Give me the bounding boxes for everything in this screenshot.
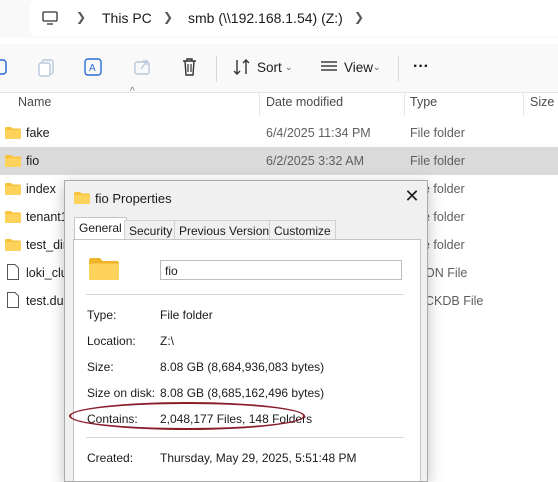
folder-icon xyxy=(5,211,21,223)
tab-previous-versions[interactable]: Previous Versions xyxy=(174,220,281,241)
sort-button[interactable]: Sort xyxy=(257,60,282,75)
type-value: File folder xyxy=(160,308,213,322)
tab-security[interactable]: Security xyxy=(124,220,178,241)
divider xyxy=(86,294,404,295)
file-name: loki_clu xyxy=(26,266,68,280)
column-divider[interactable] xyxy=(523,92,524,116)
general-tab-panel: fio Type: File folder Location: Z:\ Size… xyxy=(73,239,421,481)
sort-icon[interactable] xyxy=(232,56,254,78)
created-label: Created: xyxy=(87,451,134,465)
breadcrumb-this-pc[interactable]: This PC xyxy=(102,10,152,26)
toolbar-divider xyxy=(398,56,399,82)
column-header-name[interactable]: Name xyxy=(18,95,51,109)
file-type: File folder xyxy=(410,154,465,168)
chevron-right-icon: ❯ xyxy=(76,10,87,24)
share-icon[interactable] xyxy=(132,56,154,78)
column-header-type[interactable]: Type xyxy=(410,95,437,109)
folder-name-input[interactable]: fio xyxy=(160,260,402,280)
more-options-button[interactable]: ··· xyxy=(413,58,429,76)
file-name: fio xyxy=(26,154,40,168)
large-folder-icon xyxy=(89,258,119,280)
file-name: test_dir xyxy=(26,238,67,252)
column-header-date-modified[interactable]: Date modified xyxy=(266,95,343,109)
chevron-right-icon: ❯ xyxy=(354,10,365,24)
size-label: Size: xyxy=(87,360,114,374)
sort-ascending-icon: ^ xyxy=(130,86,135,97)
location-value: Z:\ xyxy=(160,334,174,348)
file-type: e folder xyxy=(423,238,465,252)
properties-dialog: fio Properties ✕ General Security Previo… xyxy=(64,180,428,482)
file-name: index xyxy=(26,182,56,196)
copy-icon[interactable] xyxy=(36,56,58,78)
dialog-title: fio Properties xyxy=(95,191,172,206)
created-value: Thursday, May 29, 2025, 5:51:48 PM xyxy=(160,451,357,465)
view-icon[interactable] xyxy=(319,56,341,78)
breadcrumb-smb-drive[interactable]: smb (\\192.168.1.54) (Z:) xyxy=(188,10,343,26)
column-divider[interactable] xyxy=(259,92,260,116)
divider xyxy=(86,437,404,438)
tab-customize[interactable]: Customize xyxy=(269,220,336,241)
size-on-disk-label: Size on disk: xyxy=(87,386,156,400)
folder-icon xyxy=(74,192,90,204)
chevron-down-icon: ⌄ xyxy=(373,62,381,72)
tab-general[interactable]: General xyxy=(74,217,127,241)
type-label: Type: xyxy=(87,308,117,322)
annotation-highlight-ellipse xyxy=(69,402,305,430)
file-date: 6/2/2025 3:32 AM xyxy=(266,154,364,168)
file-name: tenant1 xyxy=(26,210,68,224)
folder-icon xyxy=(5,155,21,167)
column-header-size[interactable]: Size xyxy=(530,95,554,109)
document-icon xyxy=(7,292,19,308)
file-type: ON File xyxy=(425,266,468,280)
size-on-disk-value: 8.08 GB (8,685,162,496 bytes) xyxy=(160,386,325,400)
file-name: fake xyxy=(26,126,50,140)
folder-icon xyxy=(5,127,21,139)
file-type: e folder xyxy=(423,210,465,224)
folder-icon xyxy=(5,239,21,251)
file-type: e folder xyxy=(423,182,465,196)
cut-icon[interactable] xyxy=(0,56,12,78)
chevron-down-icon: ⌄ xyxy=(285,62,293,72)
file-date: 6/4/2025 11:34 PM xyxy=(266,126,371,140)
list-item-selected[interactable]: fio 6/2/2025 3:32 AM File folder xyxy=(0,147,558,175)
size-value: 8.08 GB (8,684,936,083 bytes) xyxy=(160,360,325,374)
location-label: Location: xyxy=(87,334,136,348)
rename-icon[interactable]: A xyxy=(83,56,105,78)
column-divider[interactable] xyxy=(404,92,405,116)
this-pc-icon[interactable] xyxy=(42,10,58,25)
delete-icon[interactable] xyxy=(179,56,201,78)
file-type: File folder xyxy=(410,126,465,140)
document-icon xyxy=(7,264,19,280)
chevron-right-icon: ❯ xyxy=(163,10,174,24)
view-button[interactable]: View xyxy=(344,60,373,75)
folder-icon xyxy=(5,183,21,195)
toolbar-divider xyxy=(216,56,217,82)
svg-text:A: A xyxy=(89,63,96,74)
close-button[interactable]: ✕ xyxy=(401,185,423,207)
list-item[interactable]: fake 6/4/2025 11:34 PM File folder xyxy=(0,119,558,147)
file-type: CKDB File xyxy=(425,294,484,308)
